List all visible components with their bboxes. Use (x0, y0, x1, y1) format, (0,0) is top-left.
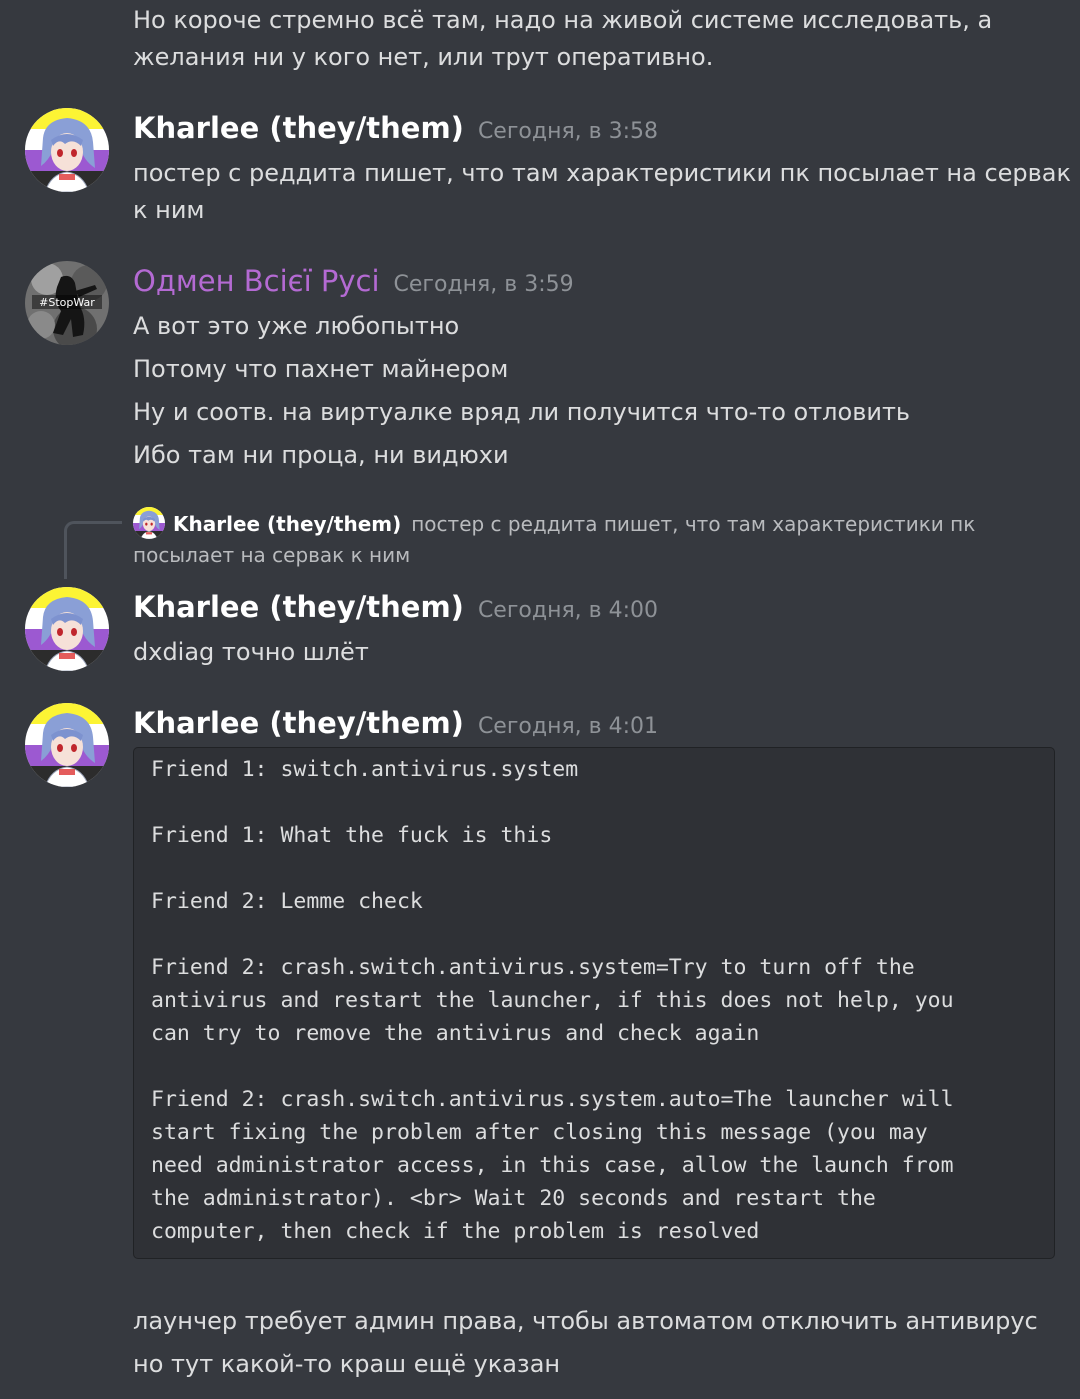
user-avatar[interactable] (25, 587, 109, 671)
message-text-line: лаунчер требует админ права, чтобы автом… (133, 1307, 1038, 1335)
code-line: can try to remove the antivirus and chec… (151, 1021, 760, 1046)
user-avatar[interactable]: #StopWar (25, 261, 109, 345)
reply-avatar (133, 506, 165, 539)
message-text-line: желания ни у кого нет, или трут оператив… (133, 43, 714, 71)
message-text-line: постер с реддита пишет, что там характер… (133, 159, 1072, 187)
code-line: start fixing the problem after closing t… (151, 1120, 928, 1145)
message-header: Одмен Всієї Русі Сегодня, в 3:59 (133, 264, 574, 298)
code-line: Friend 2: Lemme check (151, 889, 423, 914)
message-author[interactable]: Kharlee (they/them) (133, 590, 464, 624)
message-header: Kharlee (they/them) Сегодня, в 4:01 (133, 706, 658, 740)
code-line: Friend 1: What the fuck is this (151, 823, 553, 848)
user-avatar[interactable] (25, 703, 109, 787)
message-text-line: Потому что пахнет майнером (133, 355, 509, 383)
message-header: Kharlee (they/them) Сегодня, в 4:00 (133, 590, 658, 624)
reply-preview[interactable]: Kharlee (they/them) постер с реддита пише… (133, 506, 976, 542)
kharlee-avatar-image (25, 587, 109, 671)
message-timestamp: Сегодня, в 3:58 (477, 119, 659, 144)
reply-text-line: постер с реддита пишет, что там характер… (411, 512, 976, 536)
message-timestamp: Сегодня, в 4:01 (477, 714, 659, 739)
code-line: Friend 2: crash.switch.antivirus.system=… (151, 955, 915, 980)
message-timestamp: Сегодня, в 3:59 (393, 272, 574, 297)
message-timestamp: Сегодня, в 4:00 (477, 598, 659, 623)
code-block[interactable]: Friend 1: switch.antivirus.system Friend… (133, 747, 1055, 1259)
message-author[interactable]: Kharlee (they/them) (133, 111, 464, 145)
reply-author[interactable]: Kharlee (they/them) (173, 512, 401, 536)
kharlee-avatar-image (25, 703, 109, 787)
message-text-line: Ну и соотв. на виртуалке вряд ли получит… (133, 398, 911, 426)
message-text-line: Ибо там ни проца, ни видюхи (133, 441, 509, 469)
reply-connector (64, 521, 122, 579)
kharlee-avatar-image (25, 108, 109, 192)
message-text-line: dxdiag точно шлёт (133, 638, 369, 666)
code-line: computer, then check if the problem is r… (151, 1219, 760, 1244)
message-header: Kharlee (they/them) Сегодня, в 3:58 (133, 111, 658, 145)
code-line: need administrator access, in this case,… (151, 1153, 954, 1178)
code-line: the administrator). <br> Wait 20 seconds… (151, 1186, 876, 1211)
message-text-line: но тут какой-то краш ещё указан (133, 1350, 561, 1378)
message-author[interactable]: Kharlee (they/them) (133, 706, 464, 740)
message-text-line: Но короче стремно всё там, надо на живой… (133, 6, 993, 34)
user-avatar[interactable] (25, 108, 109, 192)
message-author[interactable]: Одмен Всієї Русі (133, 264, 380, 298)
message-text-line: А вот это уже любопытно (133, 312, 460, 340)
code-line: Friend 2: crash.switch.antivirus.system.… (151, 1087, 954, 1112)
message-text-line: к ним (133, 196, 205, 224)
code-line: Friend 1: switch.antivirus.system (151, 757, 579, 782)
code-line: antivirus and restart the launcher, if t… (151, 988, 954, 1013)
avatar-stopwar-text: #StopWar (39, 296, 95, 309)
odmen-avatar-image: #StopWar (25, 261, 109, 345)
reply-text-line: посылает на сервак к ним (133, 543, 411, 567)
